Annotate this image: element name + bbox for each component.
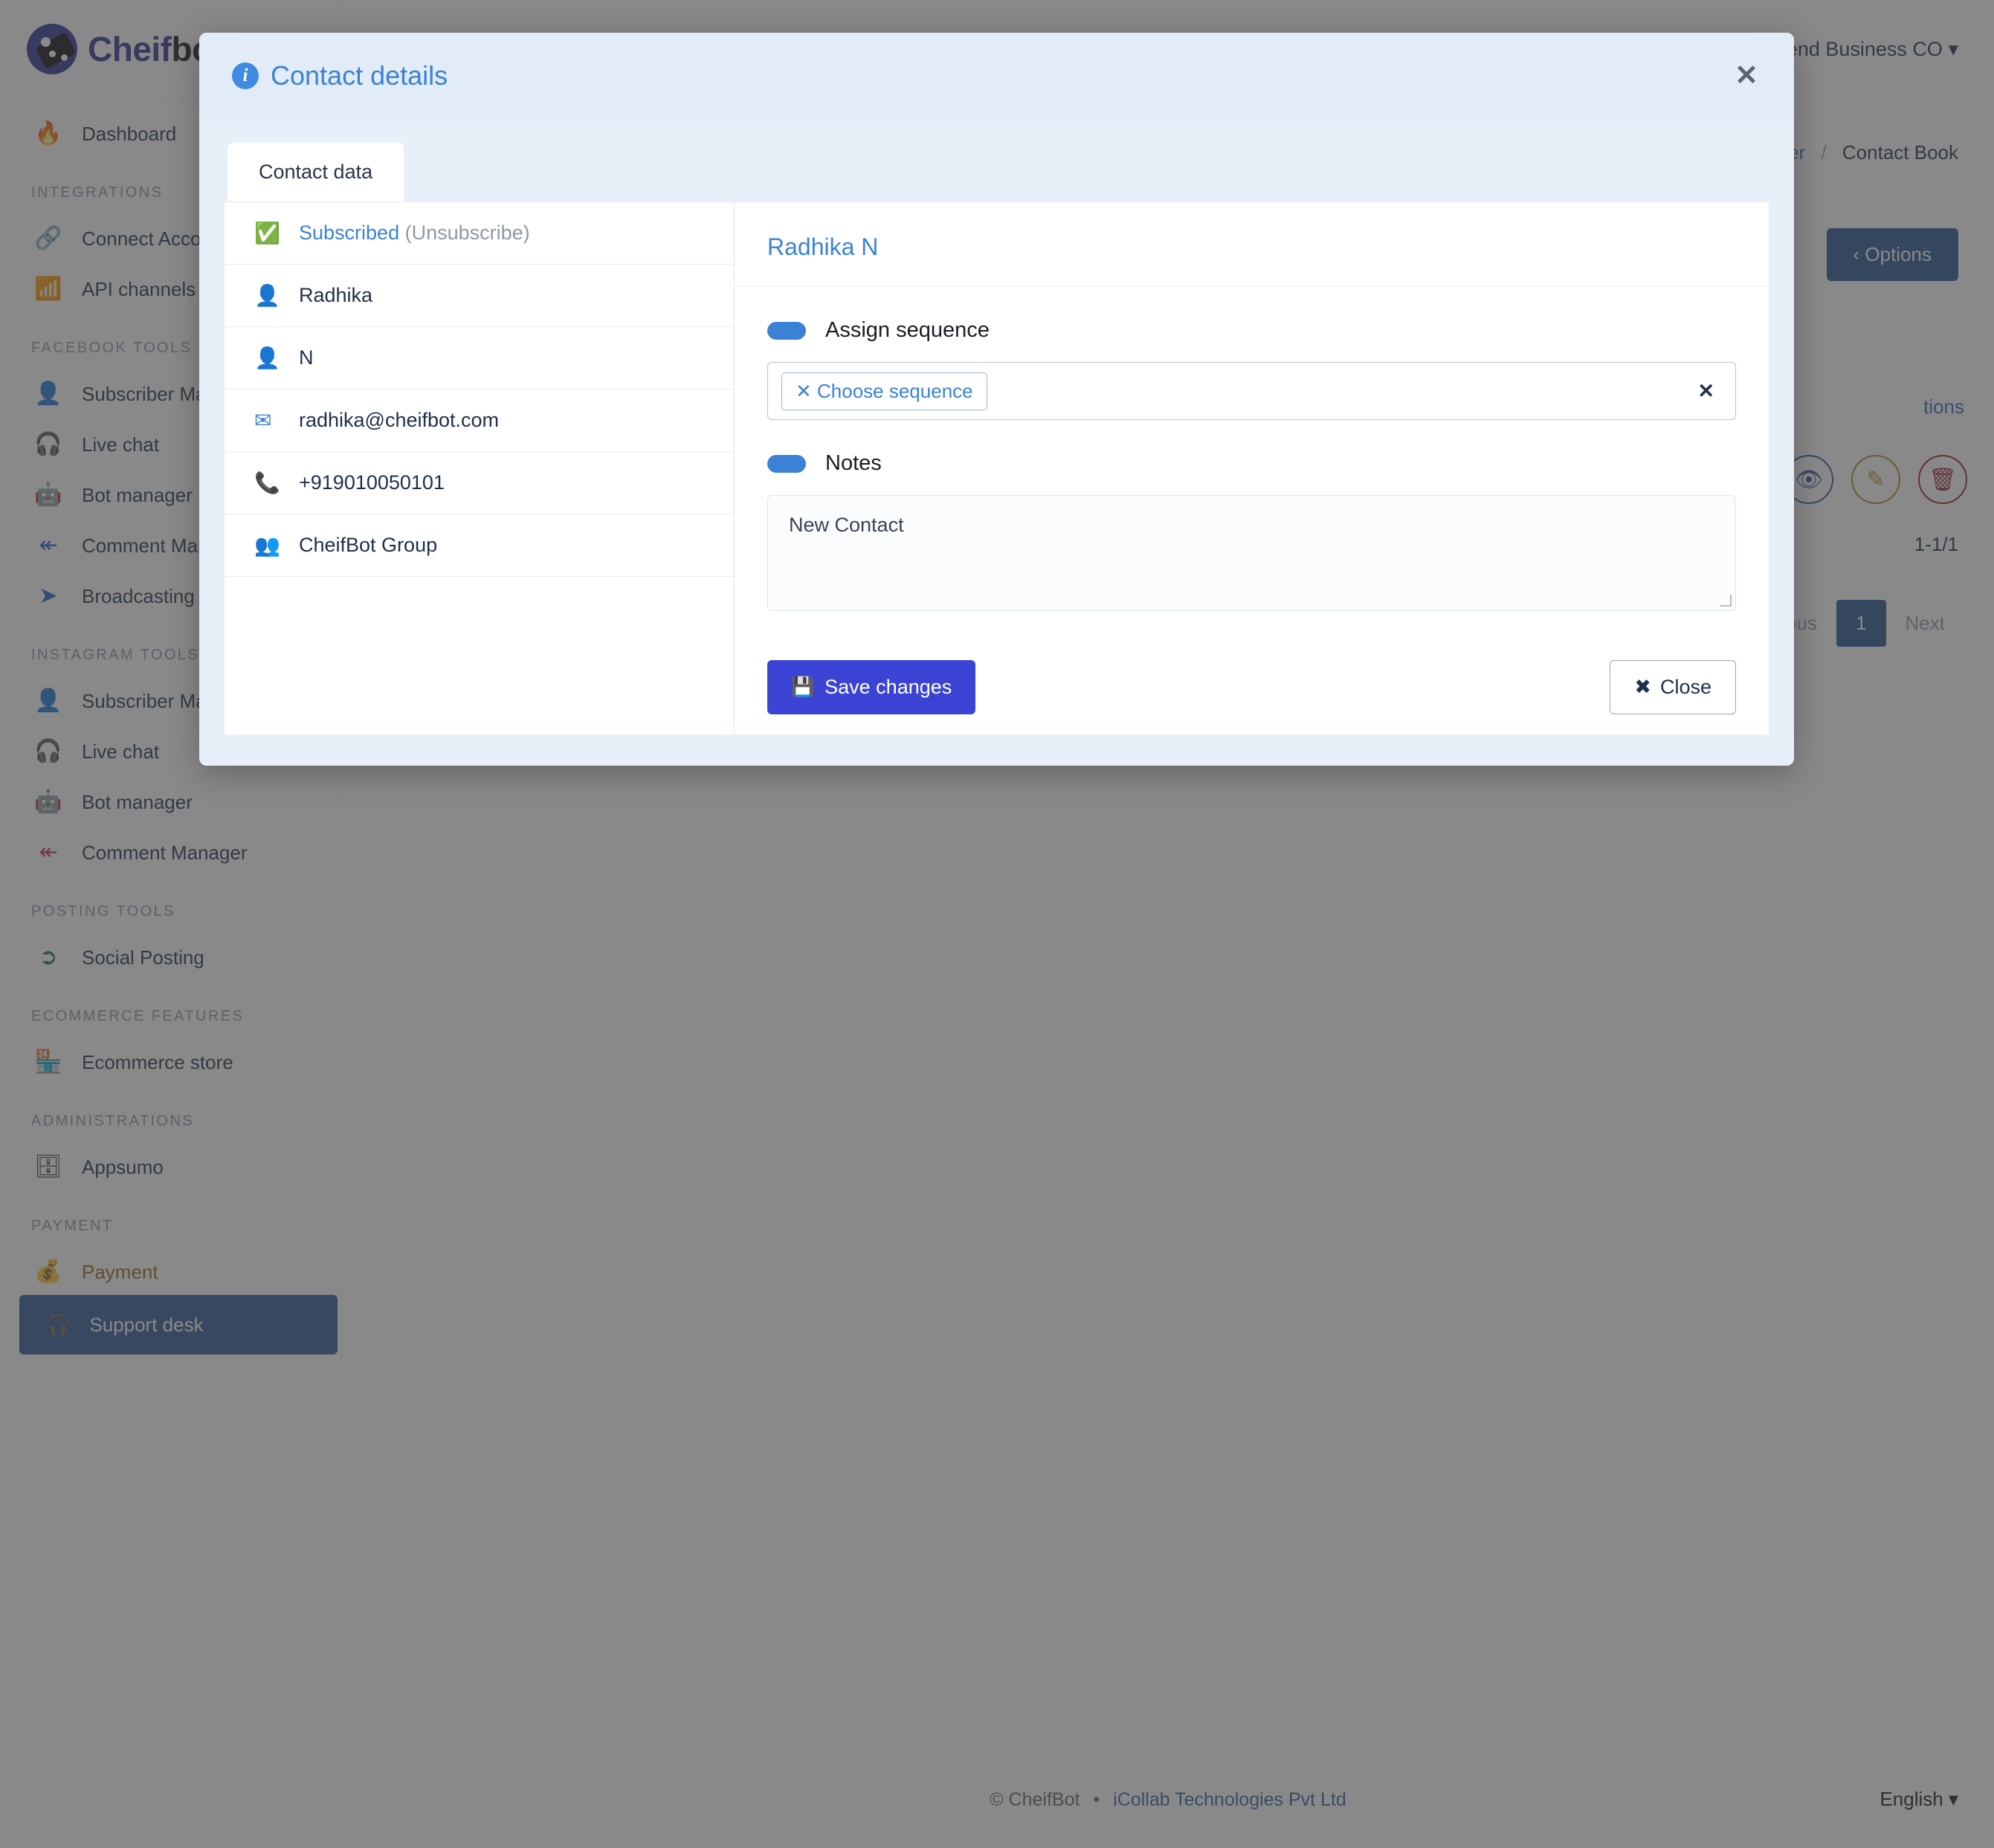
notes-label: Notes [825,451,882,475]
subscription-status[interactable]: Subscribed [299,222,399,244]
assign-sequence-toggle[interactable] [767,321,806,340]
contact-details-modal: i Contact details ✕ Contact data ✅ Subsc… [199,33,1794,766]
close-icon[interactable]: ✕ [1735,62,1758,90]
check-circle-icon: ✅ [254,222,280,245]
save-changes-label: Save changes [825,676,952,698]
close-button-label: Close [1659,676,1711,698]
modal-title: Contact details [271,60,448,91]
envelope-icon: ✉ [254,409,272,432]
notes-field: Notes New Contact [735,420,1769,611]
assign-sequence-label: Assign sequence [825,318,990,342]
sequence-chip[interactable]: ✕ Choose sequence [781,372,987,410]
modal-body: Contact data ✅ Subscribed (Unsubscribe) … [199,119,1794,766]
modal-header: i Contact details ✕ [199,33,1794,119]
unsubscribe-link[interactable]: (Unsubscribe) [405,222,530,244]
floppy-disk-icon: 💾 [791,676,815,697]
close-button[interactable]: ✖ Close [1610,660,1736,714]
modal-tabs: Contact data [225,143,1769,201]
user-icon: 👤 [254,284,280,307]
contact-detail-panel: Radhika N Assign sequence ✕ Choose seque… [735,202,1769,734]
assign-sequence-toggle-row: Assign sequence [767,287,1736,343]
contact-first-name: Radhika [299,284,373,306]
list-item[interactable]: ✅ Subscribed (Unsubscribe) [225,202,734,265]
contact-group: CheifBot Group [299,534,438,556]
x-icon: ✖ [1634,676,1651,698]
clear-icon[interactable]: ✕ [1697,380,1714,403]
list-item[interactable]: ✉ radhika@cheifbot.com [225,390,734,452]
tab-contact-data[interactable]: Contact data [228,143,404,201]
users-icon: 👥 [254,534,280,557]
modal-panels: ✅ Subscribed (Unsubscribe) 👤 Radhika 👤 N… [225,201,1769,734]
sequence-select[interactable]: ✕ Choose sequence ✕ [767,362,1736,420]
list-item[interactable]: 👤 N [225,327,734,390]
modal-actions: 💾 Save changes ✖ Close [735,611,1769,714]
list-item[interactable]: 📞 +919010050101 [225,452,734,514]
user-circle-icon: 👤 [254,346,280,369]
contact-phone: +919010050101 [299,471,445,494]
phone-icon: 📞 [254,471,280,494]
assign-sequence-field: Assign sequence ✕ Choose sequence ✕ [735,287,1769,420]
notes-toggle[interactable] [767,454,806,473]
list-item[interactable]: 👥 CheifBot Group [225,514,734,577]
modal-title-wrap: i Contact details [232,60,448,91]
save-changes-button[interactable]: 💾 Save changes [767,660,976,714]
contact-email: radhika@cheifbot.com [299,409,500,431]
contact-last-name: N [299,346,314,369]
list-item[interactable]: 👤 Radhika [225,265,734,327]
contact-data-list: ✅ Subscribed (Unsubscribe) 👤 Radhika 👤 N… [225,202,735,734]
info-circle-icon: i [232,62,259,89]
notes-toggle-row: Notes [767,420,1736,476]
contact-detail-name: Radhika N [735,202,1769,287]
notes-textarea[interactable]: New Contact [767,495,1736,611]
